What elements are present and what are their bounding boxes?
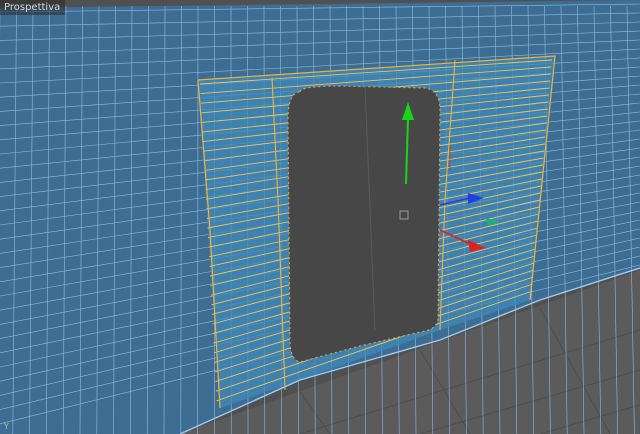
viewport-label[interactable]: Prospettiva bbox=[0, 0, 66, 15]
3d-scene[interactable] bbox=[0, 0, 640, 434]
axis-hint-icon: Y bbox=[4, 422, 9, 431]
perspective-viewport[interactable]: Prospettiva Y bbox=[0, 0, 640, 434]
door-opening[interactable] bbox=[287, 85, 441, 363]
